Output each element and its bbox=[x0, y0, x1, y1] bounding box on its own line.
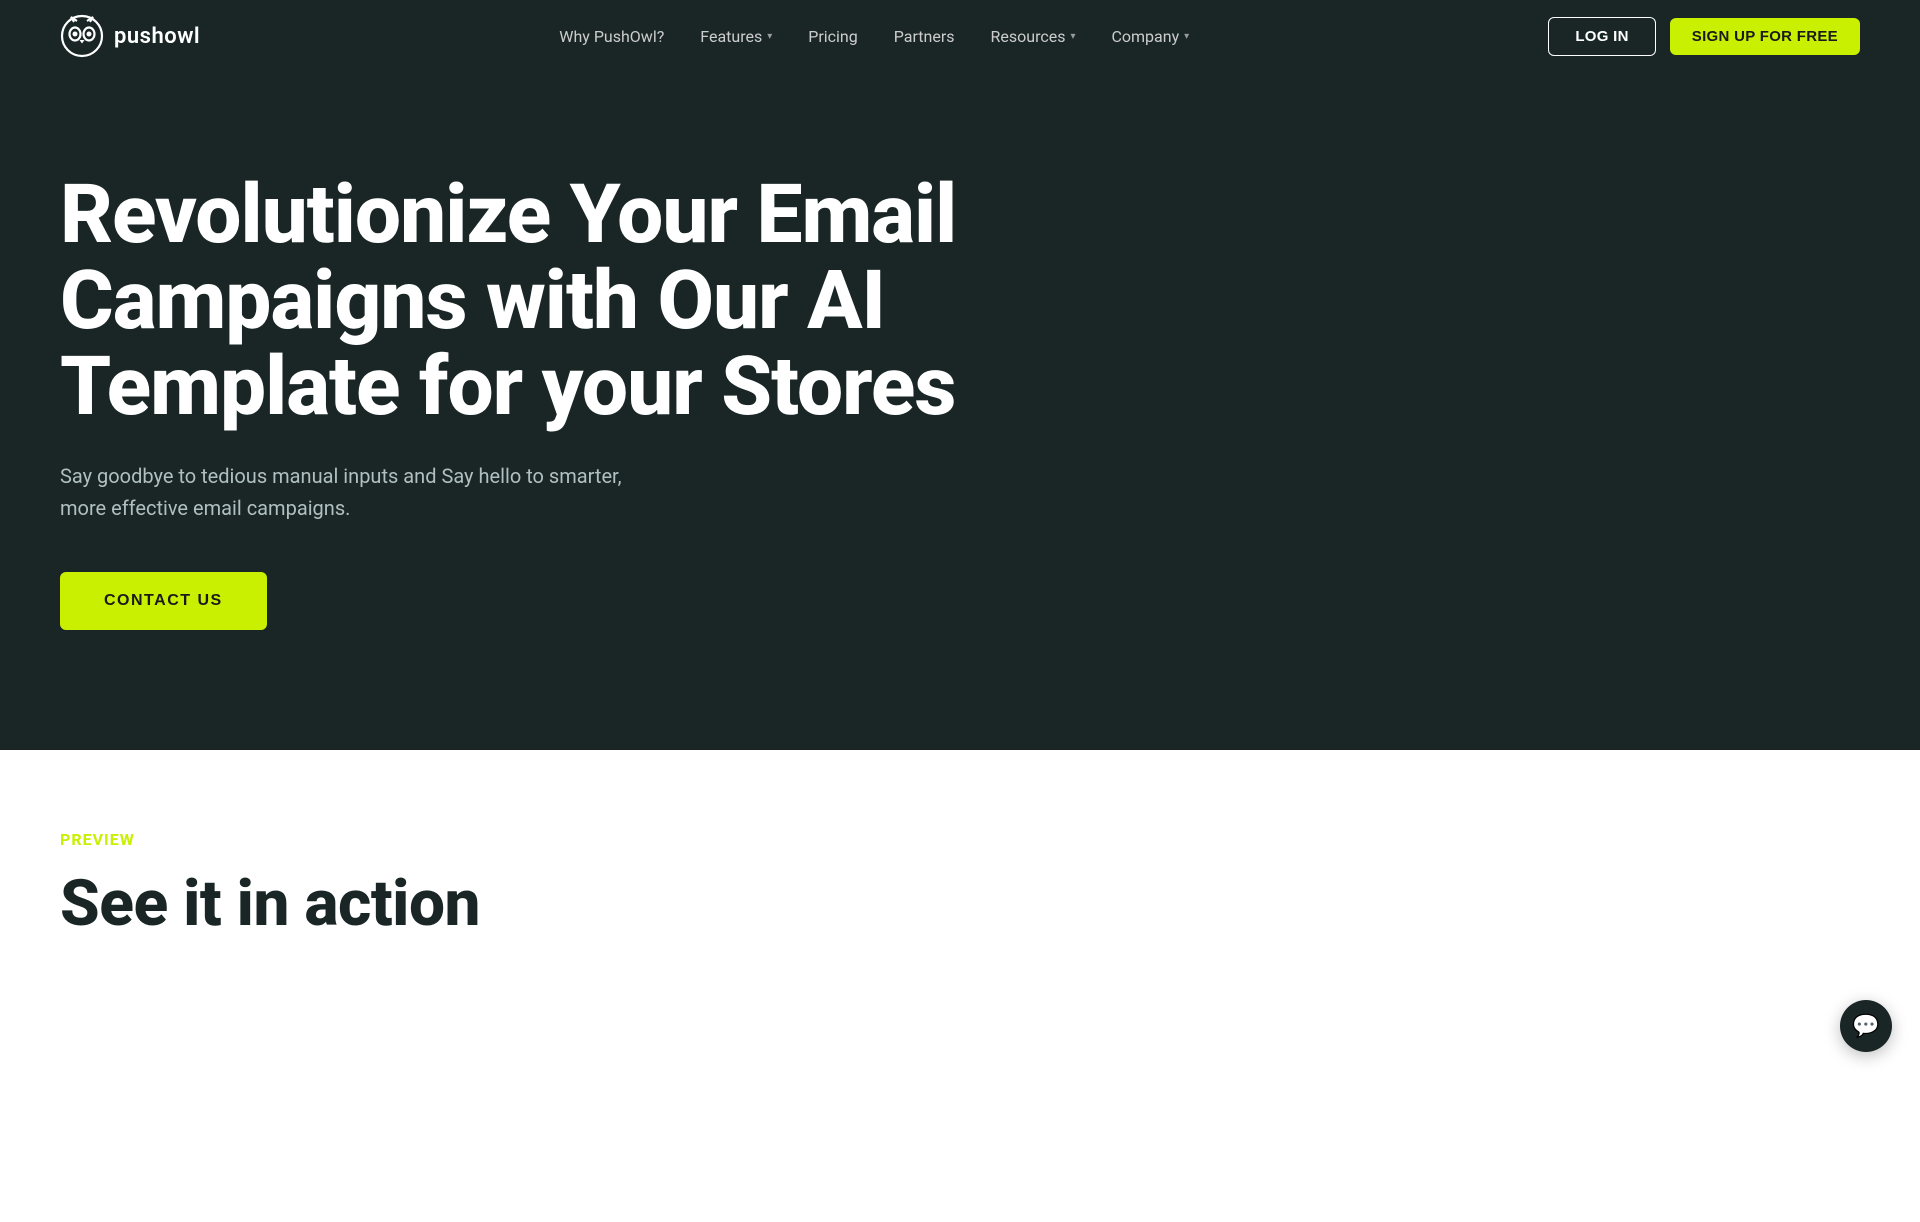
nav-item-why-pushowl[interactable]: Why PushOwl? bbox=[545, 19, 678, 54]
nav-item-company[interactable]: Company ▾ bbox=[1097, 19, 1203, 54]
hero-content: Revolutionize Your Email Campaigns with … bbox=[60, 172, 960, 630]
company-chevron-icon: ▾ bbox=[1184, 31, 1189, 42]
logo-link[interactable]: pushowl bbox=[60, 14, 200, 58]
logo-icon bbox=[60, 14, 104, 58]
preview-title: See it in action bbox=[60, 869, 1860, 939]
logo-text: pushowl bbox=[114, 24, 200, 49]
features-chevron-icon: ▾ bbox=[767, 31, 772, 42]
signup-button[interactable]: SIGN UP FOR FREE bbox=[1670, 18, 1860, 55]
contact-us-button[interactable]: CONTACT US bbox=[60, 572, 267, 630]
preview-label: PREVIEW bbox=[60, 830, 1860, 849]
preview-section: PREVIEW See it in action bbox=[0, 750, 1920, 1222]
nav-item-features[interactable]: Features ▾ bbox=[686, 19, 786, 54]
navbar-actions: LOG IN SIGN UP FOR FREE bbox=[1548, 17, 1860, 56]
nav-item-pricing[interactable]: Pricing bbox=[794, 19, 872, 54]
navbar: pushowl Why PushOwl? Features ▾ Pricing … bbox=[0, 0, 1920, 72]
main-nav: Why PushOwl? Features ▾ Pricing Partners… bbox=[200, 19, 1548, 54]
hero-section: Revolutionize Your Email Campaigns with … bbox=[0, 72, 1920, 750]
chat-icon: 💬 bbox=[1852, 1014, 1879, 1039]
nav-item-partners[interactable]: Partners bbox=[880, 19, 969, 54]
nav-item-resources[interactable]: Resources ▾ bbox=[977, 19, 1090, 54]
resources-chevron-icon: ▾ bbox=[1070, 31, 1075, 42]
chat-widget-button[interactable]: 💬 bbox=[1840, 1000, 1892, 1052]
hero-title: Revolutionize Your Email Campaigns with … bbox=[60, 172, 960, 430]
hero-subtitle: Say goodbye to tedious manual inputs and… bbox=[60, 460, 660, 524]
login-button[interactable]: LOG IN bbox=[1548, 17, 1655, 56]
